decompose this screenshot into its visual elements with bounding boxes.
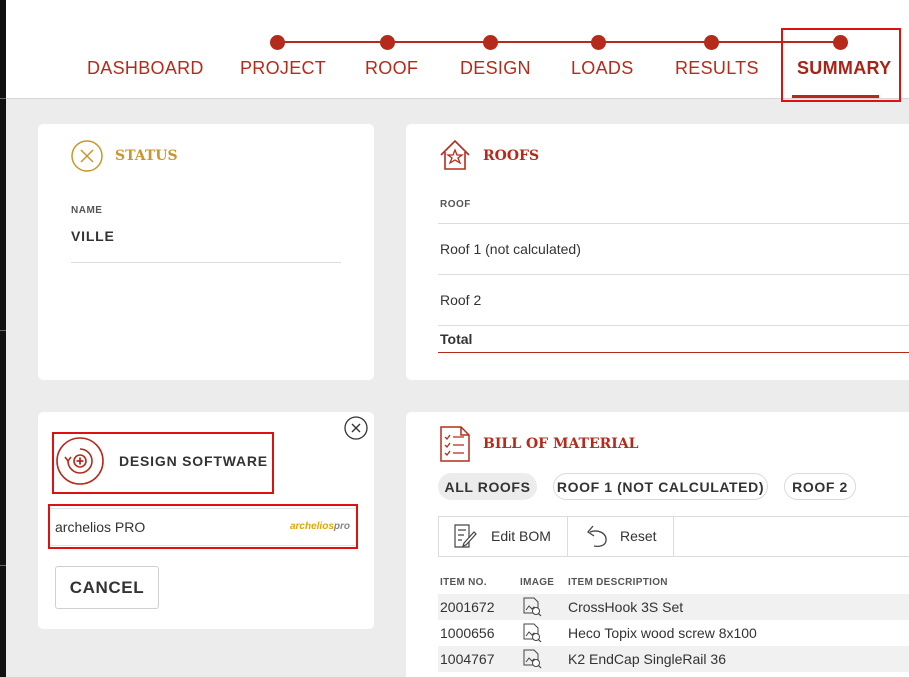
col-item-description: ITEM DESCRIPTION — [568, 577, 668, 588]
software-option-label: archelios PRO — [55, 519, 146, 535]
name-label: NAME — [71, 205, 103, 216]
roofs-card: ROOFS ROOF Roof 1 (not calculated) Roof … — [406, 124, 909, 380]
table-row — [438, 672, 909, 677]
roof-column-header: ROOF — [440, 199, 471, 210]
image-preview-icon[interactable] — [521, 596, 543, 618]
archelios-logo: archeliospro — [289, 521, 350, 532]
roof-row-2[interactable]: Roof 2 — [440, 292, 481, 308]
software-option-archelios[interactable]: archelios PRO archeliospro — [50, 508, 356, 546]
undo-icon — [587, 525, 607, 547]
nav-project[interactable]: PROJECT — [240, 58, 326, 79]
nav-roof[interactable]: ROOF — [365, 58, 418, 79]
nav-summary[interactable]: SUMMARY — [797, 58, 891, 79]
cancel-button[interactable]: CANCEL — [55, 566, 159, 609]
step-dot-design[interactable] — [483, 35, 498, 50]
project-name: VILLE — [71, 228, 115, 244]
image-preview-icon[interactable] — [521, 622, 543, 644]
divider — [71, 262, 341, 263]
step-dot-project[interactable] — [270, 35, 285, 50]
roof-row-1[interactable]: Roof 1 (not calculated) — [440, 241, 581, 257]
item-no: 1000656 — [440, 625, 495, 641]
house-star-icon — [440, 139, 470, 170]
nav-loads[interactable]: LOADS — [571, 58, 634, 79]
nav-design[interactable]: DESIGN — [460, 58, 531, 79]
row-divider — [438, 325, 909, 326]
nav-dashboard[interactable]: DASHBOARD — [87, 58, 204, 79]
table-row[interactable]: 1004767 K2 EndCap SingleRail 36 — [438, 646, 909, 672]
add-circle-icon — [56, 437, 104, 485]
edit-bom-button[interactable]: Edit BOM — [452, 516, 551, 556]
progress-line — [278, 41, 841, 43]
step-dot-summary[interactable] — [833, 35, 848, 50]
row-divider — [438, 274, 909, 275]
item-description: CrossHook 3S Set — [568, 599, 684, 615]
step-dot-loads[interactable] — [591, 35, 606, 50]
item-no: 1004767 — [440, 651, 495, 667]
col-image: IMAGE — [520, 577, 555, 588]
table-row[interactable]: 1000656 Heco Topix wood screw 8x100 — [438, 620, 909, 646]
item-description: Heco Topix wood screw 8x100 — [568, 625, 757, 641]
active-tab-underline — [792, 95, 879, 98]
row-divider — [438, 223, 909, 224]
step-dot-results[interactable] — [704, 35, 719, 50]
col-item-no: ITEM NO. — [440, 577, 487, 588]
roofs-total: Total — [440, 331, 473, 347]
edit-list-icon — [454, 524, 477, 548]
status-title: STATUS — [115, 148, 178, 164]
filter-roof-1[interactable]: ROOF 1 (NOT CALCULATED) — [553, 473, 768, 500]
edit-bom-label: Edit BOM — [491, 528, 551, 544]
reset-button[interactable]: Reset — [582, 516, 657, 556]
top-navigation — [6, 0, 909, 99]
roofs-title: ROOFS — [483, 148, 540, 164]
table-row[interactable]: 2001672 CrossHook 3S Set — [438, 594, 909, 620]
toolbar-divider — [438, 516, 439, 556]
nav-results[interactable]: RESULTS — [675, 58, 759, 79]
toolbar-bottom-border — [438, 556, 909, 557]
design-software-title: DESIGN SOFTWARE — [119, 453, 268, 469]
reset-label: Reset — [620, 528, 657, 544]
item-no: 2001672 — [440, 599, 495, 615]
checklist-icon — [440, 426, 470, 462]
item-description: K2 EndCap SingleRail 36 — [568, 651, 726, 667]
toolbar-divider — [673, 516, 674, 556]
window-edge — [0, 0, 6, 677]
status-card: STATUS NAME VILLE — [38, 124, 374, 380]
bom-title: BILL OF MATERIAL — [483, 436, 639, 452]
step-dot-roof[interactable] — [380, 35, 395, 50]
status-x-icon — [71, 140, 103, 172]
filter-roof-2[interactable]: ROOF 2 — [784, 473, 856, 500]
image-preview-icon[interactable] — [521, 648, 543, 670]
filter-all-roofs[interactable]: ALL ROOFS — [438, 473, 537, 500]
close-icon[interactable] — [344, 416, 368, 440]
total-underline — [438, 352, 909, 353]
toolbar-divider — [567, 516, 568, 556]
